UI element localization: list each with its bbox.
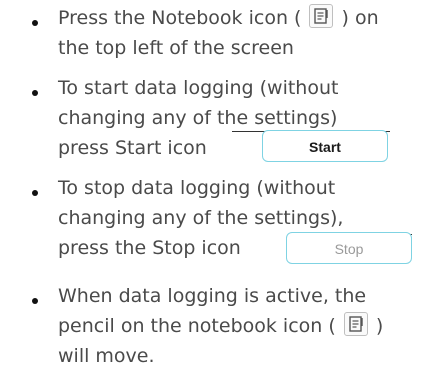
list-line: changing any of the settings)	[58, 104, 337, 132]
list-line: press Start icon	[58, 134, 207, 162]
list-line: Press the Notebook icon ( ) on	[58, 4, 379, 32]
start-button[interactable]: Start	[262, 130, 388, 162]
list-text: changing any of the settings),	[58, 207, 344, 229]
list-text: changing any of the settings)	[58, 107, 338, 129]
list-line: will move.	[58, 342, 155, 370]
notebook-icon[interactable]	[309, 4, 334, 28]
list-line: changing any of the settings),	[58, 204, 343, 232]
stop-button[interactable]: Stop	[286, 232, 412, 264]
notebook-icon	[343, 312, 368, 336]
list-line: To start data logging (without	[58, 74, 338, 102]
list-line: the top left of the screen	[58, 34, 294, 62]
list-text: )	[375, 315, 384, 337]
bullet	[32, 298, 38, 304]
list-text: the top left of the screen	[58, 37, 294, 59]
list-line: press the Stop icon	[58, 234, 241, 262]
bullet	[32, 20, 38, 26]
list-text: pencil on the notebook icon (	[58, 315, 336, 337]
list-line: When data logging is active, the	[58, 282, 366, 310]
list-text: Press the Notebook icon (	[58, 7, 302, 29]
list-line: pencil on the notebook icon ( )	[58, 312, 383, 340]
list-text: press the Stop icon	[58, 237, 241, 259]
bullet	[32, 90, 38, 96]
list-text: press Start icon	[58, 137, 207, 159]
list-text: To stop data logging (without	[58, 177, 336, 199]
list-text: When data logging is active, the	[58, 285, 367, 307]
list-line: To stop data logging (without	[58, 174, 335, 202]
list-text: will move.	[58, 345, 155, 367]
bullet	[32, 190, 38, 196]
list-text: ) on	[341, 7, 379, 29]
list-text: To start data logging (without	[58, 77, 339, 99]
